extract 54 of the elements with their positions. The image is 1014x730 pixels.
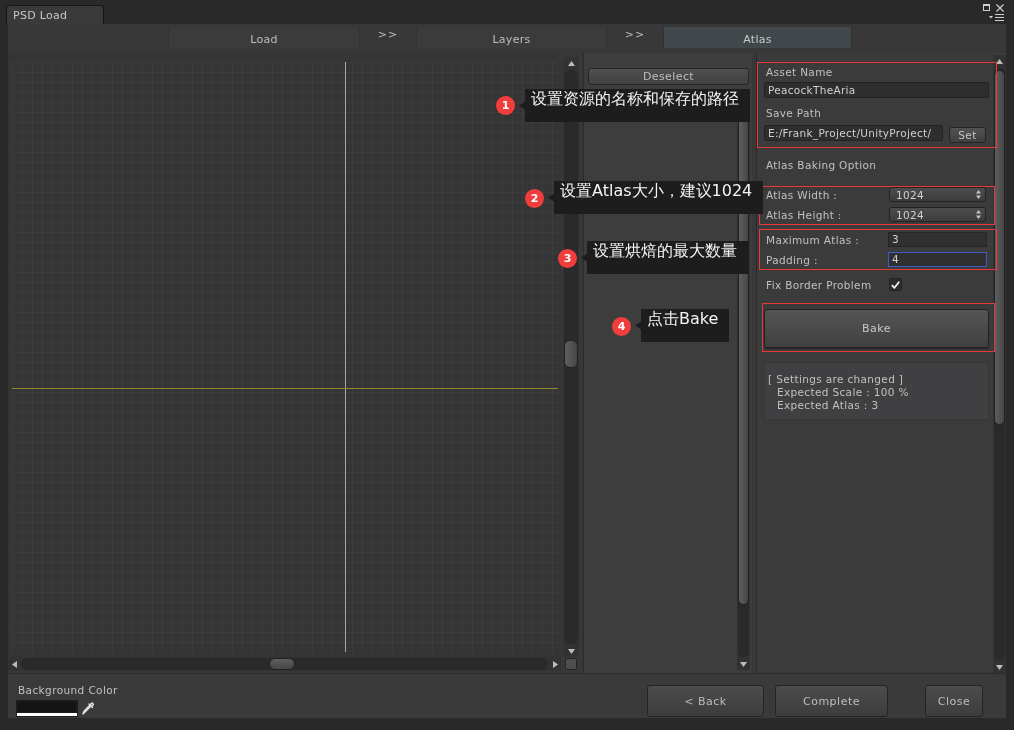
scroll-down-arrow-icon[interactable] [740, 661, 747, 667]
square-icon [565, 658, 577, 670]
field-label: Atlas Height : [765, 208, 843, 221]
updown-arrows-icon [976, 190, 981, 199]
section-title: Atlas Baking Option [765, 158, 877, 172]
field-label: Background Color [18, 683, 118, 697]
step-separator: >> [377, 28, 399, 41]
bake-button[interactable]: Bake [764, 309, 989, 348]
step-tab[interactable]: Atlas [663, 27, 852, 48]
scrollbar-thumb[interactable] [268, 658, 296, 670]
number-field[interactable]: 3 [888, 232, 987, 247]
set-button[interactable]: Set [949, 127, 986, 143]
scroll-down-arrow-icon[interactable] [996, 664, 1003, 670]
dropdown[interactable]: 1024 [889, 187, 986, 202]
annotation-tooltip: 设置Atlas大小，建议1024 [548, 181, 764, 214]
scroll-up-arrow-icon[interactable] [996, 58, 1003, 64]
field-label: Save Path [765, 106, 822, 120]
field-label: Maximum Atlas : [765, 233, 861, 246]
scrollbar-thumb[interactable] [994, 69, 1005, 425]
checkmark-icon [891, 280, 900, 289]
checkbox[interactable] [889, 278, 902, 291]
step-tab[interactable]: Layers [416, 27, 607, 48]
scroll-left-arrow-icon[interactable] [11, 660, 17, 668]
field-label: Atlas Width : [765, 188, 839, 201]
footer-button[interactable]: Close [925, 685, 983, 717]
menu-icon[interactable] [989, 14, 1004, 21]
close-icon[interactable] [996, 4, 1004, 12]
field-label: Fix Border Problem [765, 278, 873, 291]
scroll-right-arrow-icon[interactable] [552, 660, 558, 668]
footer-button[interactable]: < Back [647, 685, 764, 717]
color-field[interactable] [16, 700, 78, 717]
save-path-field[interactable]: E:/Frank_Project/UnityProject/ [764, 125, 943, 141]
deselect-button[interactable]: Deselect [588, 68, 749, 85]
annotation-tooltip: 点击Bake [635, 309, 730, 342]
field-label: Asset Name [765, 65, 833, 79]
footer-button[interactable]: Complete [775, 685, 888, 717]
dropdown[interactable]: 1024 [889, 207, 986, 222]
annotation-tooltip: 设置烘焙的最大数量 [581, 241, 748, 274]
updown-arrows-icon [976, 210, 981, 219]
scrollbar-thumb[interactable] [564, 339, 578, 369]
number-field[interactable]: 4 [888, 252, 987, 267]
field-label: Padding : [765, 253, 819, 266]
maximize-icon[interactable] [983, 4, 990, 11]
step-tab[interactable]: Load [168, 27, 360, 48]
eyedropper-icon[interactable] [82, 702, 94, 715]
status-line: [ Settings are changed ] [768, 373, 904, 386]
window-tab[interactable]: PSD Load [6, 5, 104, 24]
asset-name-field[interactable]: PeacockTheAria [764, 82, 989, 98]
status-line: Expected Scale : 100 % [776, 386, 909, 399]
step-separator: >> [624, 28, 646, 41]
scroll-up-arrow-icon[interactable] [567, 60, 575, 66]
status-line: Expected Atlas : 3 [776, 399, 879, 412]
annotation-tooltip: 设置资源的名称和保存的路径 [519, 89, 750, 122]
scroll-down-arrow-icon[interactable] [567, 648, 575, 654]
